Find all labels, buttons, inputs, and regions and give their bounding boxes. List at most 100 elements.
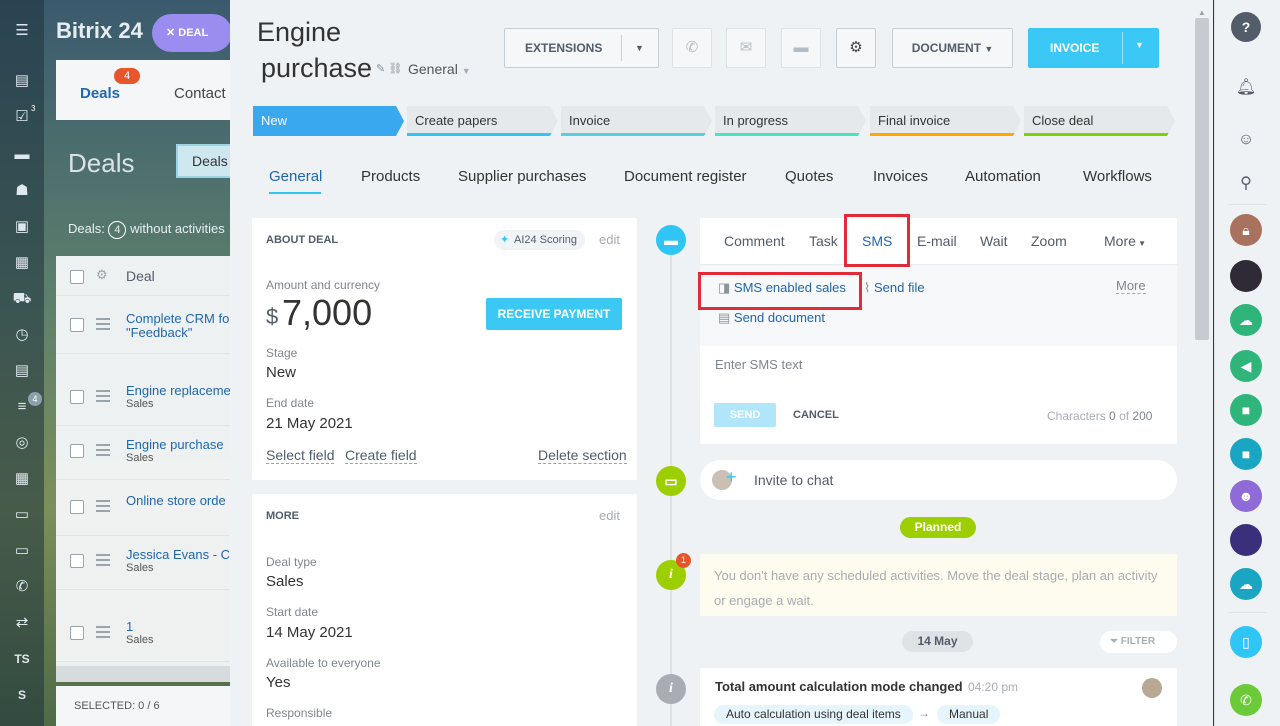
call-icon[interactable]: ✆	[672, 28, 712, 68]
tab-email[interactable]: E-mail	[917, 233, 957, 249]
send-button[interactable]: SEND	[714, 403, 776, 427]
avatar[interactable]	[1230, 524, 1262, 556]
user-icon[interactable]: ☻	[1230, 480, 1262, 512]
send-file-link[interactable]: ⌇ Send file	[864, 280, 925, 296]
menu-icon[interactable]: ☰	[12, 22, 32, 40]
nav-initials-s[interactable]: S	[12, 686, 32, 704]
send-document-link[interactable]: ▤ Send document	[718, 310, 825, 326]
window-icon[interactable]: ▭	[12, 542, 32, 560]
sync-icon[interactable]: ⇄	[12, 614, 32, 632]
row-checkbox[interactable]	[70, 500, 84, 514]
gear-icon[interactable]: ⚙	[96, 267, 108, 283]
row-menu-icon[interactable]	[96, 554, 110, 566]
table-row[interactable]: Complete CRM for "Feedback"	[56, 300, 240, 354]
chevron-down-icon[interactable]: ▼	[635, 29, 644, 67]
column-header-deal[interactable]: Deal	[126, 268, 155, 284]
select-all-checkbox[interactable]	[70, 270, 84, 284]
tab-general[interactable]: General	[269, 168, 322, 185]
stage-invoice[interactable]: Invoice	[561, 106, 712, 136]
stage-create-papers[interactable]: Create papers	[407, 106, 558, 136]
tab-invoices[interactable]: Invoices	[873, 168, 928, 185]
phone-call-icon[interactable]: ✆	[1230, 684, 1262, 716]
tab-wait[interactable]: Wait	[980, 233, 1007, 249]
cloud-icon[interactable]: ☁	[1230, 304, 1262, 336]
apps-icon[interactable]: ▦	[12, 470, 32, 488]
deal-title-line1[interactable]: Engine	[257, 14, 341, 50]
shop-icon[interactable]: ⛟	[12, 290, 32, 308]
contacts-icon[interactable]: ▣	[12, 218, 32, 236]
row-menu-icon[interactable]	[96, 318, 110, 330]
category-selector[interactable]: General ▼	[408, 61, 471, 77]
tab-products[interactable]: Products	[361, 168, 420, 185]
bg-horizontal-scrollbar[interactable]	[56, 666, 240, 682]
row-checkbox[interactable]	[70, 390, 84, 404]
row-checkbox[interactable]	[70, 444, 84, 458]
row-menu-icon[interactable]	[96, 444, 110, 456]
extensions-button[interactable]: EXTENSIONS ▼	[504, 28, 659, 68]
delete-section-link[interactable]: Delete section	[538, 447, 627, 464]
table-row[interactable]: 1 Sales	[56, 608, 240, 662]
stage-final-invoice[interactable]: Final invoice	[870, 106, 1021, 136]
tab-comment[interactable]: Comment	[724, 233, 785, 249]
tab-document-register[interactable]: Document register	[624, 168, 747, 185]
inventory-icon[interactable]: ▭	[12, 506, 32, 524]
edit-link[interactable]: edit	[599, 508, 620, 523]
mail-icon[interactable]: ✉	[726, 28, 766, 68]
deal-title-line2[interactable]: purchase	[261, 50, 372, 86]
more-link[interactable]: More	[1116, 278, 1146, 294]
cancel-button[interactable]: CANCEL	[793, 409, 839, 421]
cloud-icon[interactable]: ☁	[1230, 568, 1262, 600]
row-title[interactable]: Online store orde	[126, 494, 226, 508]
tab-task[interactable]: Task	[809, 233, 838, 249]
settings-gear-icon[interactable]: ⚙	[836, 28, 876, 68]
bg-tab-deals[interactable]: Deals	[80, 85, 120, 102]
row-menu-icon[interactable]	[96, 626, 110, 638]
bg-deals-button[interactable]: Deals	[176, 144, 236, 178]
chevron-down-icon[interactable]: ▼	[1135, 40, 1144, 50]
receive-payment-button[interactable]: RECEIVE PAYMENT	[486, 298, 622, 330]
phone-icon[interactable]: ✆	[12, 578, 32, 596]
search-icon[interactable]: ⚲	[1230, 168, 1262, 200]
row-title[interactable]: 1	[126, 620, 133, 634]
help-icon[interactable]: ?	[1231, 12, 1261, 42]
avatar[interactable]	[1230, 260, 1262, 292]
document-button[interactable]: DOCUMENT ▼	[892, 28, 1013, 68]
sms-text-input[interactable]: Enter SMS text	[715, 357, 802, 372]
row-title[interactable]: Engine replaceme	[126, 384, 231, 398]
row-menu-icon[interactable]	[96, 390, 110, 402]
stage-in-progress[interactable]: In progress	[715, 106, 866, 136]
chat-icon[interactable]: ▬	[781, 28, 821, 68]
row-checkbox[interactable]	[70, 554, 84, 568]
scrollbar-thumb[interactable]	[1195, 18, 1209, 340]
megaphone-icon[interactable]: ◀	[1230, 350, 1262, 382]
tab-workflows[interactable]: Workflows	[1083, 168, 1152, 185]
feed-icon[interactable]: ▤	[12, 72, 32, 90]
tab-automation[interactable]: Automation	[965, 168, 1041, 185]
deal-pill[interactable]: ✕ DEAL	[152, 14, 232, 52]
row-menu-icon[interactable]	[96, 500, 110, 512]
stage-new[interactable]: New	[253, 106, 404, 136]
create-field-link[interactable]: Create field	[345, 447, 417, 464]
invite-to-chat[interactable]: + Invite to chat	[700, 460, 1177, 500]
row-checkbox[interactable]	[70, 626, 84, 640]
bg-tab-contacts[interactable]: Contact	[174, 85, 226, 102]
stage-close-deal[interactable]: Close deal	[1024, 106, 1175, 136]
document-icon[interactable]: ▤	[12, 362, 32, 380]
calendar-icon[interactable]: ▦	[12, 254, 32, 272]
tab-zoom[interactable]: Zoom	[1031, 233, 1067, 249]
nav-initials-ts[interactable]: TS	[12, 650, 32, 668]
row-title[interactable]: Jessica Evans - C	[126, 548, 230, 562]
tab-quotes[interactable]: Quotes	[785, 168, 833, 185]
tasks-icon[interactable]: ☑	[12, 108, 32, 126]
target-icon[interactable]: ◎	[12, 434, 32, 452]
messages-icon[interactable]: ☺	[1230, 124, 1262, 156]
table-row[interactable]: Engine replaceme Sales	[56, 372, 240, 426]
filter-button[interactable]: ⏷ FILTER	[1100, 631, 1177, 653]
edit-link[interactable]: edit	[599, 232, 620, 247]
lock-icon[interactable]: 🔒︎	[1230, 214, 1262, 246]
tab-more[interactable]: More ▼	[1104, 233, 1146, 249]
row-checkbox[interactable]	[70, 318, 84, 332]
row-title[interactable]: Engine purchase	[126, 438, 224, 452]
chat-icon[interactable]: ▬	[12, 146, 32, 164]
groups-icon[interactable]: ☗	[12, 182, 32, 200]
